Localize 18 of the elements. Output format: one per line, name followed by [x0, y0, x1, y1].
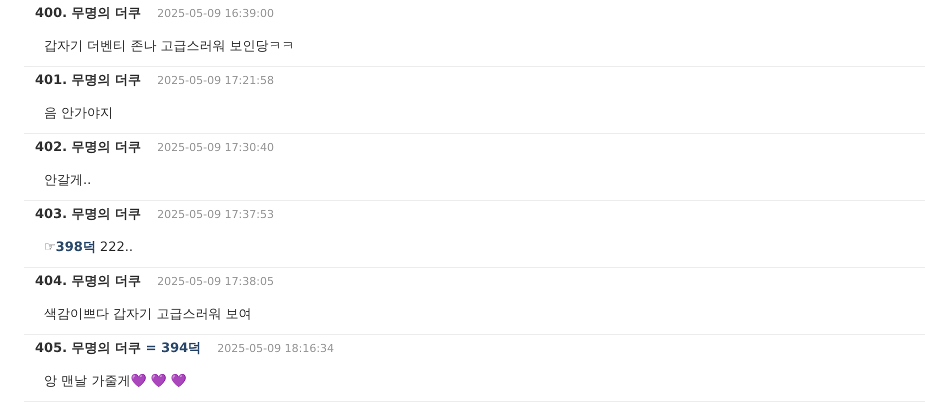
comment-time: 2025-05-09 17:38:05 [157, 275, 274, 288]
comment-text: 안갈게.. [43, 172, 92, 189]
comment-author: 405. 무명의 더쿠 = 394덕 [35, 340, 202, 357]
comment-author: 404. 무명의 더쿠 [35, 273, 142, 290]
comment-time: 2025-05-09 17:21:58 [157, 74, 274, 87]
comment-text: 앙 맨날 가줄게💜 💜 💜 [43, 373, 188, 390]
comment-time: 2025-05-09 18:16:34 [217, 342, 334, 355]
comment-time: 2025-05-09 17:30:40 [157, 141, 274, 154]
comment-time: 2025-05-09 16:39:00 [157, 7, 274, 20]
comment-text: ☞398덕 222.. [43, 239, 134, 256]
comment-time: 2025-05-09 17:37:53 [157, 208, 274, 221]
comment-author: 402. 무명의 더쿠 [35, 139, 142, 156]
comment-author: 401. 무명의 더쿠 [35, 72, 142, 89]
comment-author: 400. 무명의 더쿠 [35, 5, 142, 22]
comment-text: 색감이쁘다 갑자기 고급스러워 보여 [43, 306, 252, 323]
comment-text: 음 안가야지 [43, 105, 114, 122]
comment-text: 갑자기 더벤티 존나 고급스러워 보인당ㅋㅋ [43, 38, 296, 55]
comment-author: 403. 무명의 더쿠 [35, 206, 142, 223]
